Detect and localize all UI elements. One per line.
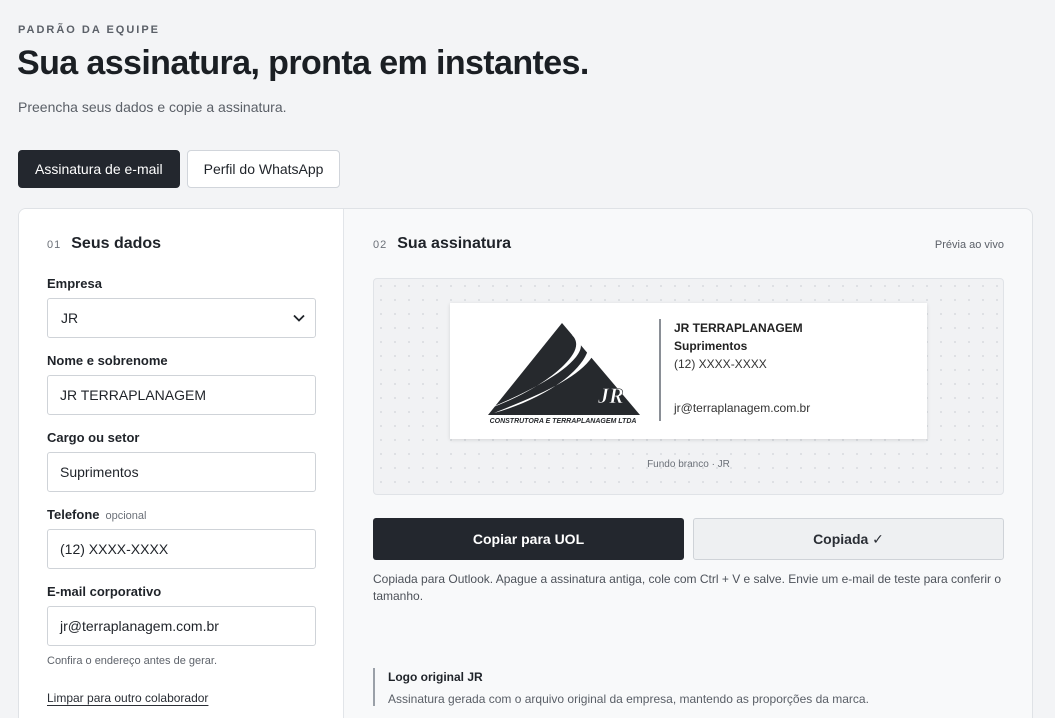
signature-preview-area: JR CONSTRUTORA E TERRAPLANAGEM LTDA JR T…: [373, 278, 1004, 495]
logo-note-title: Logo original JR: [388, 670, 483, 684]
eyebrow: PADRÃO DA EQUIPE: [18, 24, 161, 36]
form-section-number: 01: [47, 239, 62, 251]
role-input[interactable]: Suprimentos: [47, 452, 316, 492]
copied-button[interactable]: Copiada ✓: [693, 518, 1004, 560]
tab-whatsapp-profile[interactable]: Perfil do WhatsApp: [186, 150, 341, 188]
signature-role: Suprimentos: [674, 339, 748, 353]
chevron-down-icon: [293, 314, 305, 322]
email-label: E-mail corporativo: [47, 584, 162, 599]
logo-note-text: Assinatura gerada com o arquivo original…: [388, 692, 869, 706]
copy-instructions: Copiada para Outlook. Apague a assinatur…: [373, 572, 1002, 603]
company-select[interactable]: JR: [47, 298, 316, 338]
form-section-header: 01 Seus dados: [47, 235, 161, 253]
company-label: Empresa: [47, 276, 102, 291]
optional-tag: opcional: [105, 510, 147, 522]
email-input[interactable]: jr@terraplanagem.com.br: [47, 606, 316, 646]
live-preview-label: Prévia ao vivo: [934, 239, 1004, 251]
email-hint: Confira o endereço antes de gerar.: [47, 655, 218, 667]
preview-panel: 02 Sua assinatura Prévia ao vivo JR CONS…: [344, 209, 1032, 718]
preview-section-header: 02 Sua assinatura: [373, 235, 511, 253]
preview-section-title: Sua assinatura: [397, 235, 512, 252]
logo-note: Logo original JR Assinatura gerada com o…: [373, 668, 869, 706]
page-subtitle: Preencha seus dados e copie a assinatura…: [18, 99, 287, 115]
name-label: Nome e sobrenome: [47, 353, 168, 368]
preview-caption: Fundo branco · JR: [647, 459, 730, 470]
copy-uol-button[interactable]: Copiar para UOL: [373, 518, 684, 560]
main-card: 01 Seus dados Empresa JR Nome e sobrenom…: [18, 208, 1033, 718]
logo-tagline: CONSTRUTORA E TERRAPLANAGEM LTDA: [490, 418, 637, 425]
signature-name: JR TERRAPLANAGEM: [674, 321, 803, 335]
form-section-title: Seus dados: [71, 235, 162, 252]
company-select-value: JR: [61, 310, 79, 326]
phone-input[interactable]: (12) XXXX-XXXX: [47, 529, 316, 569]
signature-phone: (12) XXXX-XXXX: [674, 357, 767, 371]
form-panel: 01 Seus dados Empresa JR Nome e sobrenom…: [19, 209, 344, 718]
signature-divider: [659, 319, 661, 421]
mode-tabs: Assinatura de e-mail Perfil do WhatsApp: [18, 150, 341, 188]
page-title: Sua assinatura, pronta em instantes.: [17, 44, 589, 82]
signature-email: jr@terraplanagem.com.br: [674, 401, 811, 415]
role-label: Cargo ou setor: [47, 430, 140, 445]
tab-email-signature[interactable]: Assinatura de e-mail: [18, 150, 180, 188]
phone-label: Telefone opcional: [47, 507, 146, 522]
preview-section-number: 02: [373, 239, 388, 251]
name-input[interactable]: JR TERRAPLANAGEM: [47, 375, 316, 415]
company-logo: JR CONSTRUTORA E TERRAPLANAGEM LTDA: [488, 323, 640, 425]
logo-initials: JR: [597, 383, 624, 408]
phone-label-text: Telefone: [47, 507, 100, 522]
clear-form-link[interactable]: Limpar para outro colaborador: [47, 691, 208, 705]
signature-card: JR CONSTRUTORA E TERRAPLANAGEM LTDA JR T…: [450, 303, 927, 439]
